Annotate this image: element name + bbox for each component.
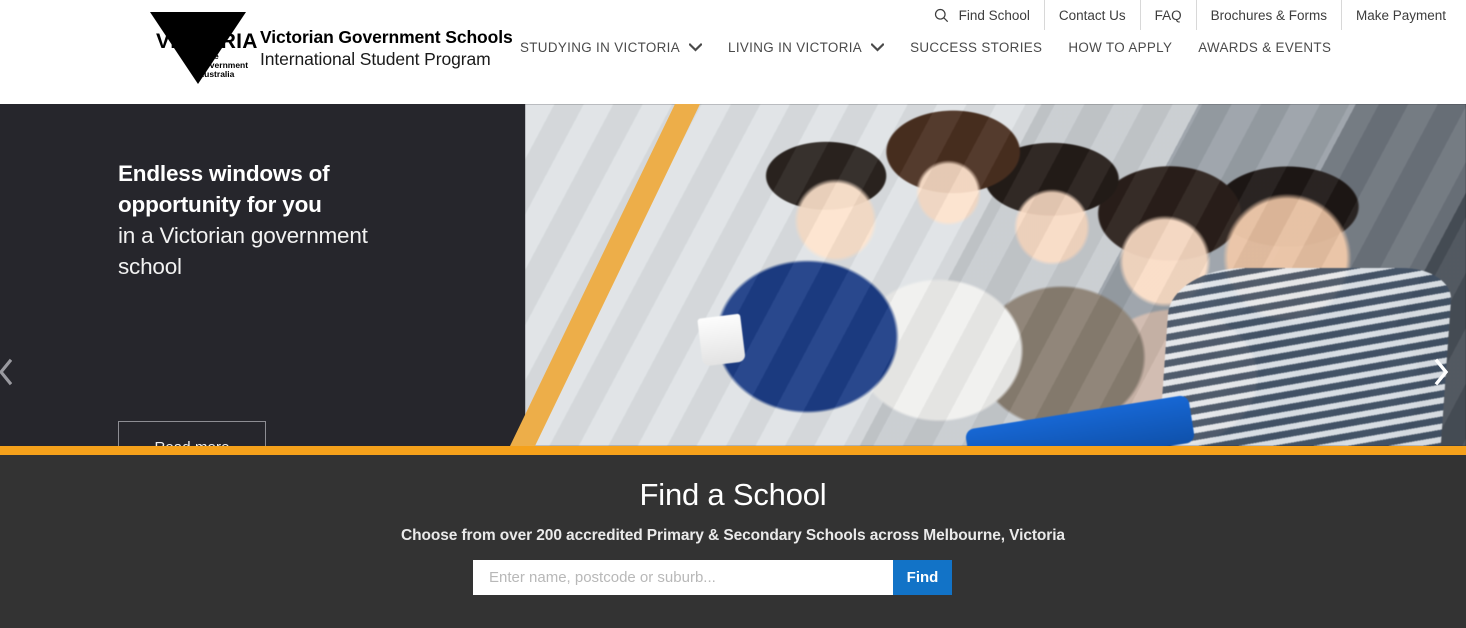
- nav-item-label: SUCCESS STORIES: [910, 40, 1043, 55]
- chevron-down-icon: [870, 43, 885, 52]
- hero-title-line2: opportunity for you: [118, 192, 322, 217]
- carousel-next-button[interactable]: [1426, 354, 1456, 394]
- utility-nav-label: Make Payment: [1355, 7, 1446, 23]
- utility-nav-label: Contact Us: [1058, 7, 1126, 23]
- utility-nav-item-make-payment[interactable]: Make Payment: [1342, 0, 1454, 30]
- logo-subtext: State Government Australia: [198, 52, 248, 79]
- nav-item-success-stories[interactable]: SUCCESS STORIES: [910, 40, 1042, 55]
- find-a-school-title: Find a School: [639, 477, 827, 512]
- utility-nav-label: Find School: [958, 7, 1030, 23]
- utility-nav-label: Brochures & Forms: [1210, 7, 1327, 23]
- victoria-logo-icon: VICTORIA State Government Australia: [150, 10, 257, 84]
- hero-subtitle-line1: in a Victorian government: [118, 223, 368, 248]
- site-header: VICTORIA State Government Australia Vict…: [0, 0, 1466, 104]
- logo-subtext-line3: Australia: [198, 69, 235, 79]
- nav-item-studying-in-victoria[interactable]: STUDYING IN VICTORIA: [520, 40, 703, 55]
- utility-nav: Find School Contact Us FAQ Brochures & F…: [920, 0, 1454, 30]
- logo-title-line1: Victorian Government Schools: [260, 27, 513, 47]
- hero-carousel: Endless windows of opportunity for you i…: [0, 104, 1466, 446]
- hero-subtitle-line2: school: [118, 254, 182, 279]
- chevron-right-icon: [1433, 357, 1449, 392]
- utility-nav-item-contact-us[interactable]: Contact Us: [1045, 0, 1141, 30]
- utility-nav-label: FAQ: [1154, 7, 1182, 23]
- chevron-down-icon: [688, 43, 703, 52]
- page-root: VICTORIA State Government Australia Vict…: [0, 0, 1466, 628]
- find-a-school-subtitle: Choose from over 200 accredited Primary …: [401, 527, 1065, 544]
- hero-read-more-label: Read more: [154, 439, 229, 447]
- hero-copy: Endless windows of opportunity for you i…: [118, 158, 518, 282]
- school-search-input[interactable]: [473, 560, 893, 595]
- nav-item-awards-events[interactable]: AWARDS & EVENTS: [1198, 40, 1331, 55]
- nav-item-label: LIVING IN VICTORIA: [728, 40, 863, 55]
- site-logo[interactable]: VICTORIA State Government Australia Vict…: [150, 10, 513, 84]
- chevron-left-icon: [0, 358, 13, 391]
- utility-nav-item-find-school[interactable]: Find School: [920, 0, 1045, 30]
- main-nav: STUDYING IN VICTORIA LIVING IN VICTORIA …: [520, 40, 1331, 55]
- photo-striped-shirt: [1158, 268, 1454, 446]
- hero-title-line1: Endless windows of: [118, 161, 330, 186]
- logo-title-line2: International Student Program: [260, 49, 491, 69]
- carousel-prev-button[interactable]: [0, 356, 16, 392]
- nav-item-how-to-apply[interactable]: HOW TO APPLY: [1068, 40, 1172, 55]
- photo-coffee-cup: [697, 313, 747, 367]
- nav-item-label: AWARDS & EVENTS: [1198, 40, 1332, 55]
- find-button[interactable]: Find: [893, 560, 952, 595]
- logo-title-block: Victorian Government Schools Internation…: [260, 22, 513, 70]
- utility-nav-item-brochures-forms[interactable]: Brochures & Forms: [1197, 0, 1342, 30]
- find-a-school-form: Find: [473, 560, 952, 595]
- hero-read-more-button[interactable]: Read more: [118, 421, 266, 446]
- nav-item-label: STUDYING IN VICTORIA: [520, 40, 681, 55]
- utility-nav-item-faq[interactable]: FAQ: [1141, 0, 1197, 30]
- nav-item-living-in-victoria[interactable]: LIVING IN VICTORIA: [728, 40, 885, 55]
- search-icon: [934, 8, 949, 23]
- nav-item-label: HOW TO APPLY: [1068, 40, 1173, 55]
- gold-divider-bar: [0, 446, 1466, 455]
- find-a-school-section: Find a School Choose from over 200 accre…: [0, 455, 1466, 628]
